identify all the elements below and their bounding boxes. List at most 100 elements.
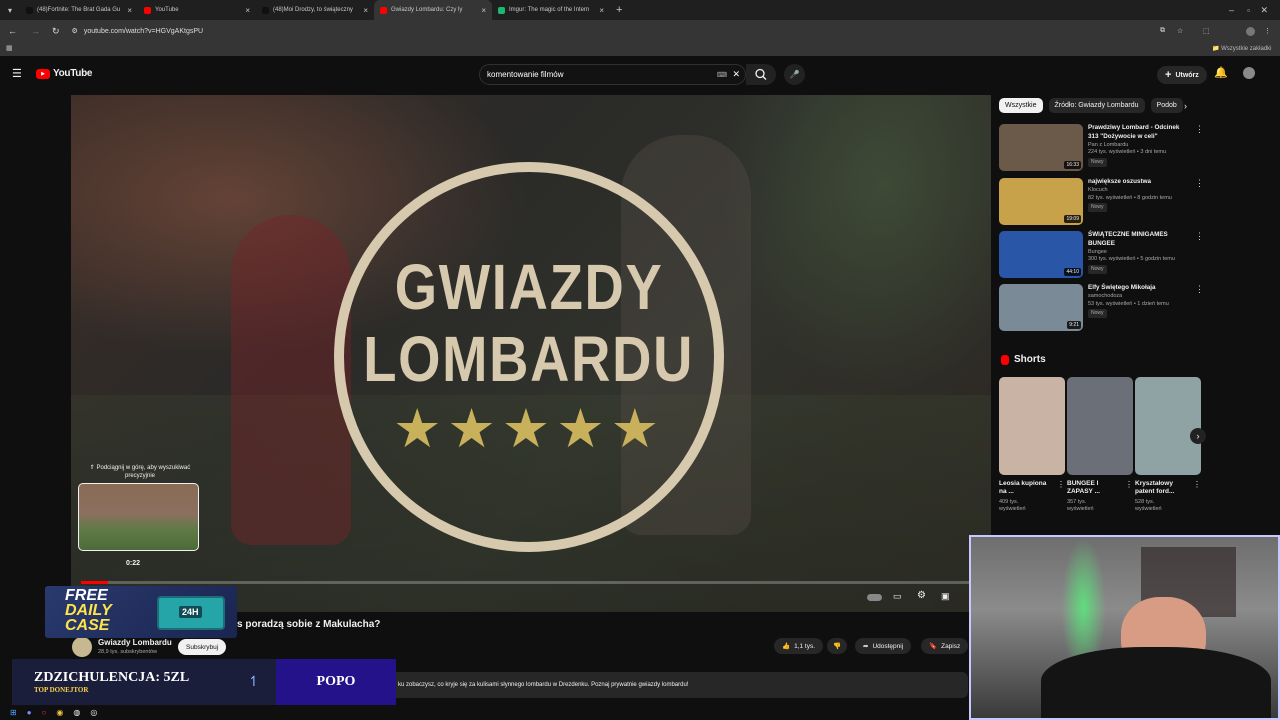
video-title[interactable]: Elfy Świętego Mikołaja [1088,284,1190,293]
forward-icon[interactable]: → [31,26,40,36]
short-more-icon[interactable]: ⋮ [1125,480,1133,497]
shorts-next-icon[interactable]: › [1190,428,1206,444]
opera-icon[interactable]: ○ [42,708,47,717]
profile-icon[interactable] [1246,26,1255,36]
close-tab-icon[interactable]: × [245,6,250,15]
menu-icon[interactable]: ☰ [12,67,22,80]
short-thumbnail[interactable] [1067,377,1133,475]
description-box[interactable]: ku zobaczysz, co kryje się za kulisami s… [396,672,968,698]
browser-tab[interactable]: YouTube × [138,0,256,20]
new-tab-button[interactable]: + [616,4,622,16]
short-title[interactable]: Leosia kupiona na ... [999,480,1051,497]
like-button[interactable]: 👍 1,1 tys. [774,638,824,654]
youtube-logo[interactable]: ▶ YouTube [36,68,93,79]
dislike-button[interactable]: 👎 [827,638,848,654]
all-bookmarks-link[interactable]: 📁 Wszystkie zakładki [1212,45,1271,52]
steam-icon[interactable]: ◎ [90,708,97,717]
more-options-icon[interactable]: ⋮ [1195,284,1204,331]
more-options-icon[interactable]: ⋮ [1195,124,1204,171]
subtitles-icon[interactable]: ▭ [893,591,902,602]
notifications-bell-icon[interactable]: 🔔 [1214,66,1228,79]
tab-list-icon[interactable]: ▾ [0,6,20,15]
video-channel[interactable]: samochodoza [1088,293,1190,301]
video-channel[interactable]: Bungee [1088,249,1190,257]
close-tab-icon[interactable]: × [599,6,604,15]
install-icon[interactable]: ⧉ [1160,27,1165,35]
short-item[interactable]: BUNGEE I ZAPASY ... ⋮ 357 tys. wyświetleń [1067,377,1133,513]
search-button[interactable] [746,64,776,85]
filter-chip[interactable]: Wszystkie [999,98,1043,113]
short-more-icon[interactable]: ⋮ [1193,480,1201,497]
settings-icon[interactable]: ⚙ [917,590,926,601]
autoplay-toggle[interactable] [867,594,882,601]
close-tab-icon[interactable]: × [127,6,132,15]
account-avatar[interactable] [1243,67,1255,79]
video-channel[interactable]: Pan z Lombardu [1088,142,1190,150]
browser-tab[interactable]: Imgur: The magic of the Intern × [492,0,610,20]
video-meta: 53 tys. wyświetleń • 1 dzień temu [1088,300,1169,307]
site-info-icon[interactable]: ⚙ [72,27,78,35]
subscriber-count: 28,9 tys. subskrybentów [98,649,158,655]
recommended-video[interactable]: 9:21 Elfy Świętego Mikołaja samochodoza 53 … [999,284,1204,331]
browser-tab[interactable]: (48)Moi Drodzy, to świąteczny × [256,0,374,20]
video-title[interactable]: ŚWIĄTECZNE MINIGAMES BUNGEE [1088,231,1190,249]
discord-icon[interactable]: ● [27,708,32,717]
bookmark-star-icon[interactable]: ☆ [1177,27,1183,35]
channel-avatar[interactable] [72,637,92,657]
browser-tab[interactable]: (48)Fortnite: The Brat Gada Gu × [20,0,138,20]
channel-name[interactable]: Gwiazdy Lombardu [98,638,172,647]
video-thumbnail[interactable]: 9:21 [999,284,1083,331]
back-icon[interactable]: ← [8,26,17,36]
video-thumbnail[interactable]: 44:10 [999,231,1083,278]
filter-chip[interactable]: Źródło: Gwiazdy Lombardu [1048,98,1145,113]
obs-icon[interactable]: ◍ [73,708,80,717]
save-button[interactable]: 🔖 Zapisz [921,638,969,654]
video-title[interactable]: największe oszustwa [1088,178,1190,187]
short-title[interactable]: Kryształowy patent ford... [1135,480,1187,497]
windows-start-icon[interactable]: ⊞ [10,708,17,717]
short-item[interactable]: Leosia kupiona na ... ⋮ 409 tys. wyświetleń [999,377,1065,513]
apps-icon[interactable]: ▦ [6,44,13,52]
video-thumbnail[interactable]: 19:09 [999,178,1083,225]
video-meta: 300 tys. wyświetleń • 5 godzin temu [1088,256,1175,263]
share-button[interactable]: ➦ Udostępnij [855,638,912,654]
recommended-video[interactable]: 44:10 ŚWIĄTECZNE MINIGAMES BUNGEE Bungee 30… [999,231,1204,278]
short-item[interactable]: Kryształowy patent ford... ⋮ 528 tys. wyświ… [1135,377,1201,513]
subscribe-button[interactable]: Subskrybuj [178,639,227,655]
clear-search-icon[interactable]: ✕ [732,69,740,80]
video-channel[interactable]: Klocuch [1088,187,1190,195]
browser-menu-icon[interactable]: ⋮ [1264,27,1271,35]
short-thumbnail[interactable] [1135,377,1201,475]
reload-icon[interactable]: ↻ [52,26,60,37]
close-tab-icon[interactable]: × [481,6,486,15]
filter-chip[interactable]: Podob [1150,98,1183,113]
video-title[interactable]: Prawdziwy Lombard - Odcinek 313 "Dożywoc… [1088,124,1190,142]
video-player[interactable]: GWIAZDY LOMBARDU ★★★★★ ⇑ Podciągnij w gó… [71,95,991,612]
keyboard-icon[interactable]: ⌨ [717,71,727,79]
extensions-icon[interactable]: ⬚ [1203,27,1210,35]
progress-bar[interactable] [81,581,981,584]
short-more-icon[interactable]: ⋮ [1057,480,1065,497]
url-field[interactable]: youtube.com/watch?v=HGVgAKtgsPU [84,28,203,35]
miniplayer-icon[interactable]: ▣ [941,591,950,602]
search-input[interactable]: komentowanie filmów ⌨ ✕ [479,64,746,85]
video-duration: 44:10 [1064,268,1081,276]
more-options-icon[interactable]: ⋮ [1195,178,1204,225]
close-tab-icon[interactable]: × [363,6,368,15]
short-thumbnail[interactable] [999,377,1065,475]
tab-title: Gwiazdy Lombardu: Czy ly [391,7,463,13]
recommended-video[interactable]: 16:33 Prawdziwy Lombard - Odcinek 313 "Do… [999,124,1204,171]
recommended-video[interactable]: 19:09 największe oszustwa Klocuch 82 tys. w… [999,178,1204,225]
maximize-icon[interactable]: ▫ [1247,6,1250,15]
voice-search-button[interactable]: 🎤 [784,64,805,85]
minimize-icon[interactable]: – [1229,5,1234,15]
case-line-2: DAILY [65,602,112,620]
more-options-icon[interactable]: ⋮ [1195,231,1204,278]
chrome-icon[interactable]: ◉ [56,708,63,717]
chips-next-icon[interactable]: › [1184,101,1187,111]
close-window-icon[interactable]: ✕ [1260,5,1268,16]
video-thumbnail[interactable]: 16:33 [999,124,1083,171]
browser-tab[interactable]: Gwiazdy Lombardu: Czy ly × [374,0,492,20]
short-title[interactable]: BUNGEE I ZAPASY ... [1067,480,1119,497]
create-button[interactable]: + Utwórz [1157,66,1207,84]
